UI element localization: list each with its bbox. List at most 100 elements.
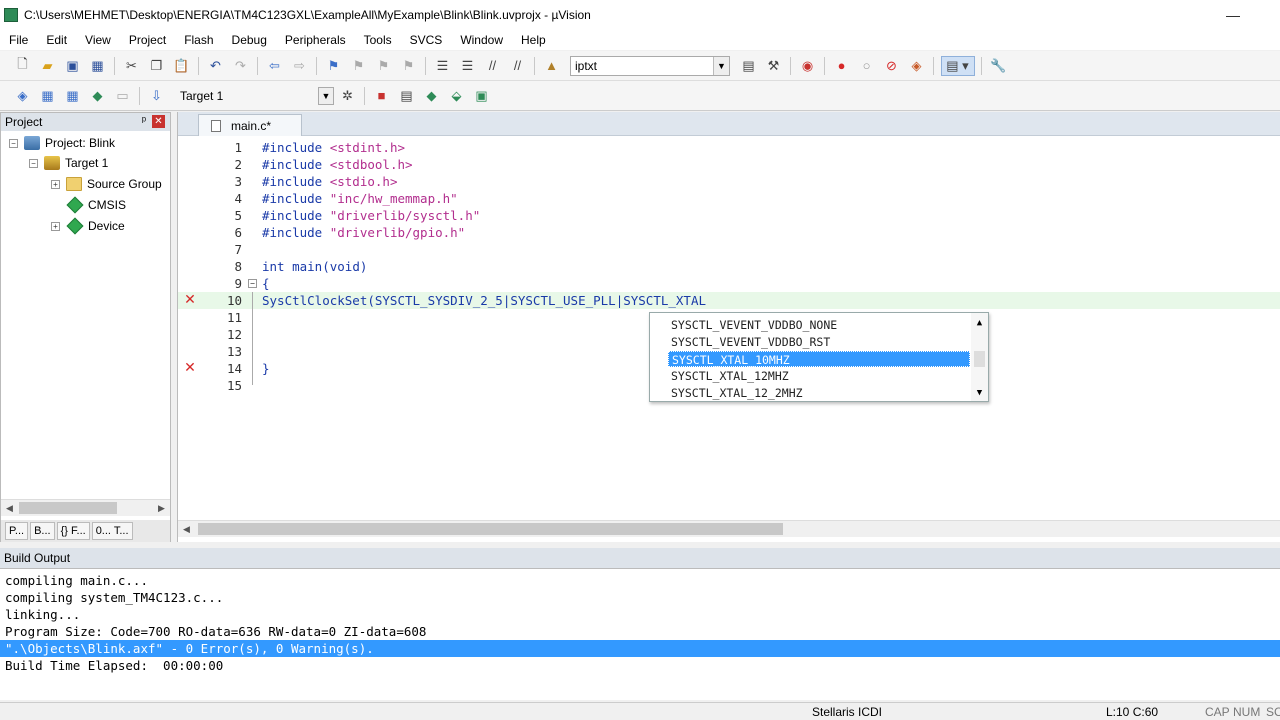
fold-collapse-icon[interactable]: −	[248, 279, 257, 288]
manage-project-icon[interactable]: ▤	[397, 86, 417, 106]
build-icon[interactable]: ▦	[38, 86, 58, 106]
incremental-find-icon[interactable]: ▤	[739, 56, 759, 76]
manage-rte-icon[interactable]: ◆	[422, 86, 442, 106]
window-layout-icon[interactable]: ▤ ▾	[940, 55, 975, 76]
find-combo[interactable]: iptxt ▼	[570, 55, 730, 76]
menu-peripherals[interactable]: Peripherals	[276, 33, 355, 47]
component-icon	[66, 196, 84, 214]
line-number: 4	[234, 191, 242, 206]
file-extensions-icon[interactable]: ■	[372, 86, 392, 106]
code-token: #include	[262, 140, 330, 155]
expand-icon[interactable]: +	[51, 179, 60, 189]
scroll-up-icon[interactable]: ▲	[971, 315, 988, 331]
project-hscrollbar[interactable]: ◀ ▶	[1, 499, 170, 516]
stop-build-icon[interactable]: ▭	[113, 86, 133, 106]
breakpoint-icon[interactable]: ●	[832, 56, 852, 76]
line-number: 7	[234, 242, 242, 257]
find-icon[interactable]: ⚒	[764, 56, 784, 76]
collapse-icon[interactable]: −	[9, 138, 18, 148]
pin-icon[interactable]: ᵖ	[142, 115, 146, 127]
minimize-button[interactable]: —	[1210, 0, 1256, 30]
menu-debug[interactable]: Debug	[223, 33, 276, 47]
tree-item-device[interactable]: + Device	[51, 216, 125, 236]
rebuild-icon[interactable]: ▦	[63, 86, 83, 106]
project-tab-2[interactable]: {} F...	[56, 522, 90, 540]
chevron-down-icon[interactable]: ▼	[713, 56, 729, 75]
bookmark-prev-icon[interactable]: ⚑	[349, 56, 369, 76]
menu-tools[interactable]: Tools	[355, 33, 401, 47]
target-options-icon[interactable]: ✲	[338, 86, 358, 106]
breakpoint-enable-icon[interactable]: ○	[857, 56, 877, 76]
menu-svcs[interactable]: SVCS	[401, 33, 452, 47]
scroll-thumb[interactable]	[198, 523, 783, 535]
debug-session-icon[interactable]: ◉	[798, 56, 818, 76]
project-tab-3[interactable]: 0... T...	[91, 522, 133, 540]
undo-icon[interactable]: ↶	[206, 56, 226, 76]
menu-window[interactable]: Window	[451, 33, 512, 47]
scroll-left-icon[interactable]: ◀	[1, 500, 18, 516]
new-file-icon[interactable]: 🗋	[13, 56, 33, 76]
scroll-left-icon[interactable]: ◀	[178, 521, 195, 537]
bookmark-next-icon[interactable]: ⚑	[374, 56, 394, 76]
download-icon[interactable]: ⇩	[147, 86, 167, 106]
close-icon[interactable]: ✕	[152, 115, 165, 128]
code-token: int	[262, 259, 293, 274]
bookmark-icon[interactable]: ⚑	[324, 56, 344, 76]
scroll-thumb[interactable]	[974, 351, 985, 367]
autocomplete-item[interactable]: SYSCTL_VEVENT_VDDBO_NONE	[668, 317, 970, 333]
save-all-icon[interactable]: ▦	[88, 56, 108, 76]
nav-back-icon[interactable]: ⇦	[265, 56, 285, 76]
menu-view[interactable]: View	[76, 33, 120, 47]
autocomplete-popup[interactable]: ▲ ▼ SYSCTL_VEVENT_VDDBO_NONE SYSCTL_VEVEN…	[649, 312, 989, 402]
menu-edit[interactable]: Edit	[37, 33, 76, 47]
editor-hscrollbar[interactable]: ◀	[178, 520, 1280, 537]
breakpoint-kill-icon[interactable]: ◈	[907, 56, 927, 76]
tree-item-cmsis[interactable]: CMSIS	[51, 195, 126, 215]
configure-icon[interactable]: 🔧	[989, 56, 1009, 76]
indent-icon[interactable]: ☰	[433, 56, 453, 76]
autocomplete-item[interactable]: SYSCTL_XTAL_12_2MHZ	[668, 385, 970, 401]
project-tab-1[interactable]: B...	[30, 522, 55, 540]
autocomplete-scrollbar[interactable]: ▲ ▼	[971, 313, 988, 401]
autocomplete-item[interactable]: SYSCTL_XTAL_10MHZ	[668, 351, 970, 367]
breakpoint-disable-icon[interactable]: ⊘	[882, 56, 902, 76]
find-in-files-icon[interactable]: ▲	[542, 56, 562, 76]
copy-icon[interactable]: ❐	[147, 56, 167, 76]
menu-help[interactable]: Help	[512, 33, 555, 47]
menu-project[interactable]: Project	[120, 33, 175, 47]
open-file-icon[interactable]: ▰	[38, 56, 58, 76]
unindent-icon[interactable]: ☰	[458, 56, 478, 76]
select-packs-icon[interactable]: ⬙	[447, 86, 467, 106]
paste-icon[interactable]: 📋	[172, 56, 192, 76]
pack-installer-icon[interactable]: ▣	[472, 86, 492, 106]
scroll-right-icon[interactable]: ▶	[153, 500, 170, 516]
chevron-down-icon[interactable]: ▼	[318, 86, 334, 105]
collapse-icon[interactable]: −	[29, 158, 38, 168]
cut-icon[interactable]: ✂	[122, 56, 142, 76]
redo-icon[interactable]: ↷	[231, 56, 251, 76]
tree-item-target-1[interactable]: − Target 1	[29, 153, 108, 173]
tree-item-source-group[interactable]: + Source Group	[51, 174, 162, 194]
scroll-down-icon[interactable]: ▼	[971, 385, 988, 401]
scroll-lock-indicator: SC	[1266, 705, 1280, 719]
expand-icon[interactable]: +	[51, 221, 60, 231]
bookmark-clear-icon[interactable]: ⚑	[399, 56, 419, 76]
menu-bar: File Edit View Project Flash Debug Peripherals…	[0, 30, 1280, 50]
target-combo[interactable]: Target 1 ▼	[175, 86, 335, 106]
scroll-thumb[interactable]	[19, 502, 117, 514]
comment-icon[interactable]: //	[483, 56, 503, 76]
project-tab-0[interactable]: P...	[5, 522, 29, 540]
translate-icon[interactable]: ◈	[13, 86, 33, 106]
project-icon	[24, 136, 40, 150]
autocomplete-item[interactable]: SYSCTL_XTAL_12MHZ	[668, 368, 970, 384]
build-output-pane[interactable]: compiling main.c... compiling system_TM4C…	[0, 568, 1280, 700]
autocomplete-item[interactable]: SYSCTL_VEVENT_VDDBO_RST	[668, 334, 970, 350]
tree-item-project-blink[interactable]: − Project: Blink	[9, 133, 115, 153]
batch-build-icon[interactable]: ◆	[88, 86, 108, 106]
tab-main-c[interactable]: main.c*	[198, 114, 302, 136]
menu-flash[interactable]: Flash	[175, 33, 222, 47]
uncomment-icon[interactable]: //	[508, 56, 528, 76]
menu-file[interactable]: File	[0, 33, 37, 47]
save-icon[interactable]: ▣	[63, 56, 83, 76]
nav-forward-icon[interactable]: ⇨	[290, 56, 310, 76]
